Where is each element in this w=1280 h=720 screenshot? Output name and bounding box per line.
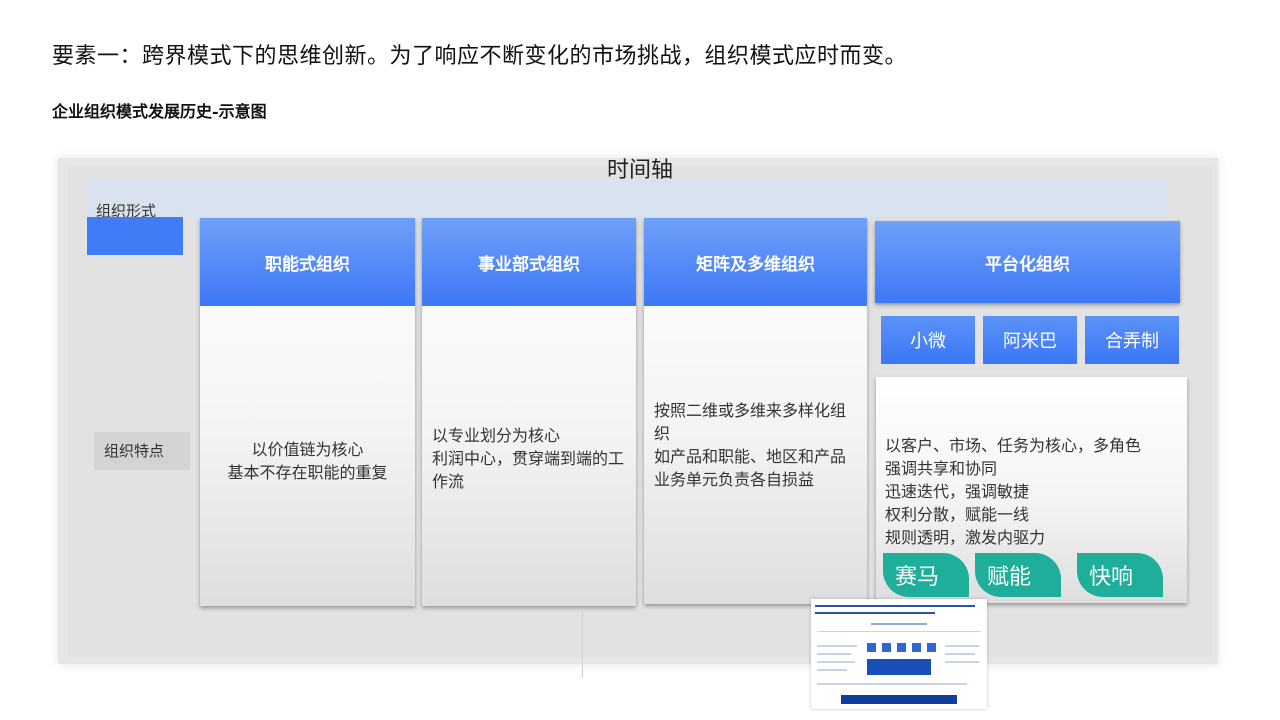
platform-example-holacracy: 合弄制 — [1085, 316, 1179, 364]
column-body: 以专业划分为核心 利润中心，贯穿端到端的工 作流 — [432, 424, 632, 493]
platform-diagram-thumbnail — [811, 599, 987, 709]
column-title: 事业部式组织 — [422, 218, 636, 306]
feature-line: 作流 — [432, 472, 465, 491]
feature-line: 以客户、市场、任务为核心，多角色 — [885, 436, 1142, 455]
row-label-form-marker — [87, 217, 183, 255]
thumbnail-rule — [817, 631, 981, 632]
column-platform-header: 平台化组织 — [875, 221, 1180, 303]
feature-line: 以价值链为核心 — [251, 440, 364, 459]
thumbnail-node — [897, 643, 906, 652]
thumbnail-node — [927, 643, 936, 652]
thumbnail-caption-line — [871, 623, 927, 625]
column-matrix: 矩阵及多维组织 按照二维或多维来多样化组 织 如产品和职能、地区和产品 业务单元… — [644, 218, 867, 604]
column-title: 职能式组织 — [200, 218, 415, 306]
platform-tag-horse-race: 赛马 — [883, 553, 969, 597]
column-functional: 职能式组织 以价值链为核心 基本不存在职能的重复 — [200, 218, 415, 606]
thumbnail-title-line — [815, 612, 935, 614]
thumbnail-center-block — [867, 659, 931, 675]
thumbnail-node — [882, 643, 891, 652]
thumbnail-text-line — [817, 669, 847, 671]
timeline-title: 时间轴 — [606, 158, 673, 183]
feature-line: 业务单元负责各自损益 — [654, 470, 815, 489]
platform-example-amoeba: 阿米巴 — [983, 316, 1077, 364]
feature-line: 权利分散，赋能一线 — [885, 505, 1030, 524]
feature-line: 强调共享和协同 — [885, 459, 998, 478]
thumbnail-text-line — [945, 661, 979, 663]
thumbnail-text-line — [817, 653, 851, 655]
platform-example-xiaowei: 小微 — [881, 316, 975, 364]
column-title: 平台化组织 — [875, 221, 1180, 303]
page-heading: 要素一：跨界模式下的思维创新。为了响应不断变化的市场挑战，组织模式应时而变。 — [52, 44, 908, 69]
feature-line: 利润中心，贯穿端到端的工 — [432, 449, 625, 468]
platform-tag-empower: 赋能 — [975, 553, 1061, 597]
column-divisional: 事业部式组织 以专业划分为核心 利润中心，贯穿端到端的工 作流 — [422, 218, 636, 606]
thumbnail-text-line — [817, 645, 857, 647]
feature-line: 基本不存在职能的重复 — [227, 463, 388, 482]
diagram-subheading: 企业组织模式发展历史-示意图 — [52, 102, 267, 121]
thumbnail-text-line — [945, 653, 975, 655]
feature-line: 以专业划分为核心 — [432, 426, 561, 445]
feature-line: 迅速迭代，强调敏捷 — [885, 482, 1030, 501]
platform-tag-fast-response: 快响 — [1077, 553, 1163, 597]
column-body: 按照二维或多维来多样化组 织 如产品和职能、地区和产品 业务单元负责各自损益 — [654, 399, 864, 491]
feature-line: 按照二维或多维来多样化组 — [654, 401, 847, 420]
feature-line: 织 — [654, 424, 671, 443]
thumbnail-node — [867, 643, 876, 652]
thumbnail-title-line — [815, 605, 975, 607]
timeline-band — [88, 178, 1168, 218]
thumbnail-text-line — [817, 683, 967, 685]
feature-line: 如产品和职能、地区和产品 — [654, 447, 847, 466]
row-label-features: 组织特点 — [94, 432, 190, 470]
thumbnail-footer-bar — [841, 695, 957, 704]
column-body: 以客户、市场、任务为核心，多角色 强调共享和协同 迅速迭代，强调敏捷 权利分散，… — [885, 434, 1185, 549]
column-body: 以价值链为核心 基本不存在职能的重复 — [200, 438, 415, 484]
thumbnail-text-line — [817, 661, 855, 663]
thumbnail-text-line — [945, 645, 979, 647]
thumbnail-node — [912, 643, 921, 652]
divider-line — [582, 608, 583, 678]
column-title: 矩阵及多维组织 — [644, 218, 867, 306]
feature-line: 规则透明，激发内驱力 — [885, 528, 1046, 547]
